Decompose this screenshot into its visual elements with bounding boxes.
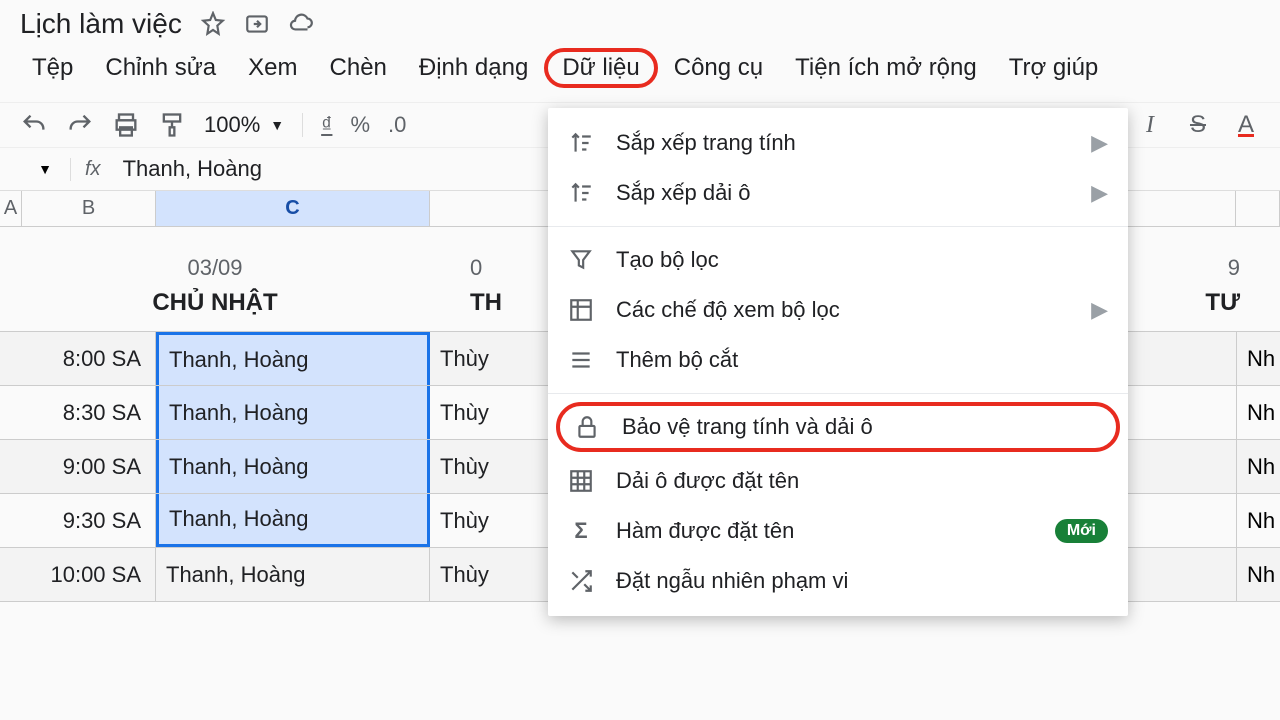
cloud-icon[interactable] <box>288 11 314 37</box>
menu-separator <box>548 226 1128 227</box>
menu-named-functions[interactable]: Σ Hàm được đặt tên Mới <box>548 506 1128 556</box>
col-header-a[interactable]: A <box>0 191 22 226</box>
shuffle-icon <box>568 568 594 594</box>
filter-icon <box>568 247 594 273</box>
day-header-partial-right: 9 TƯ <box>1205 255 1280 317</box>
submenu-arrow-icon: ▶ <box>1091 297 1108 323</box>
menu-help[interactable]: Trợ giúp <box>993 48 1115 88</box>
day-header-partial-left: 0 TH <box>470 255 502 317</box>
fx-label: fx <box>70 158 115 181</box>
menu-data[interactable]: Dữ liệu <box>544 48 657 88</box>
document-title[interactable]: Lịch làm việc <box>20 8 182 40</box>
name-cell[interactable]: Thanh, Hoàng <box>156 332 430 385</box>
formula-input[interactable]: Thanh, Hoàng <box>115 156 262 182</box>
menu-view[interactable]: Xem <box>232 48 313 88</box>
lock-icon <box>574 414 600 440</box>
menu-sort-sheet[interactable]: Sắp xếp trang tính ▶ <box>548 118 1128 168</box>
sort-sheet-icon <box>568 130 594 156</box>
new-badge: Mới <box>1055 519 1108 543</box>
menu-create-filter[interactable]: Tạo bộ lọc <box>548 235 1128 285</box>
currency-button[interactable]: ₫ <box>321 112 332 138</box>
time-cell[interactable]: 9:00 SA <box>0 440 156 493</box>
name-cell[interactable]: Nh <box>1236 440 1280 493</box>
data-menu-dropdown: Sắp xếp trang tính ▶ Sắp xếp dải ô ▶ Tạo… <box>548 108 1128 616</box>
filter-views-icon <box>568 297 594 323</box>
col-header-b[interactable]: B <box>22 191 156 226</box>
strikethrough-icon[interactable]: S <box>1184 111 1212 139</box>
name-cell[interactable]: Nh <box>1236 494 1280 547</box>
name-cell[interactable]: Nh <box>1236 386 1280 439</box>
col-header-c[interactable]: C <box>156 191 430 226</box>
menu-randomize-range[interactable]: Đặt ngẫu nhiên phạm vi <box>548 556 1128 606</box>
menu-extensions[interactable]: Tiện ích mở rộng <box>779 48 993 88</box>
menu-sort-range[interactable]: Sắp xếp dải ô ▶ <box>548 168 1128 218</box>
time-cell[interactable]: 8:00 SA <box>0 332 156 385</box>
named-ranges-icon <box>568 468 594 494</box>
menu-bar: Tệp Chỉnh sửa Xem Chèn Định dạng Dữ liệu… <box>0 44 1280 102</box>
name-cell[interactable]: Thanh, Hoàng <box>156 386 430 439</box>
undo-icon[interactable] <box>20 111 48 139</box>
print-icon[interactable] <box>112 111 140 139</box>
paint-format-icon[interactable] <box>158 111 186 139</box>
decimal-button[interactable]: .0 <box>388 112 406 138</box>
col-header-right[interactable] <box>1236 191 1280 226</box>
sigma-icon: Σ <box>568 518 594 544</box>
menu-tools[interactable]: Công cụ <box>658 48 779 88</box>
name-cell[interactable]: Thanh, Hoàng <box>156 440 430 493</box>
submenu-arrow-icon: ▶ <box>1091 130 1108 156</box>
menu-file[interactable]: Tệp <box>16 48 89 88</box>
menu-separator <box>548 393 1128 394</box>
menu-add-slicer[interactable]: Thêm bộ cắt <box>548 335 1128 385</box>
slicer-icon <box>568 347 594 373</box>
name-box-dropdown[interactable]: ▼ <box>20 161 70 177</box>
text-color-icon[interactable]: A <box>1232 111 1260 139</box>
move-icon[interactable] <box>244 11 270 37</box>
name-cell[interactable]: Nh <box>1236 548 1280 601</box>
menu-protect-sheets[interactable]: Bảo vệ trang tính và dải ô <box>556 402 1120 452</box>
time-cell[interactable]: 8:30 SA <box>0 386 156 439</box>
zoom-dropdown[interactable]: 100% ▼ <box>204 112 284 138</box>
time-cell[interactable]: 9:30 SA <box>0 494 156 547</box>
italic-icon[interactable]: I <box>1136 111 1164 139</box>
time-cell[interactable]: 10:00 SA <box>0 548 156 601</box>
menu-filter-views[interactable]: Các chế độ xem bộ lọc ▶ <box>548 285 1128 335</box>
name-cell[interactable]: Thanh, Hoàng <box>156 494 430 547</box>
percent-button[interactable]: % <box>350 112 370 138</box>
menu-named-ranges[interactable]: Dải ô được đặt tên <box>548 456 1128 506</box>
sort-range-icon <box>568 180 594 206</box>
name-cell[interactable]: Nh <box>1236 332 1280 385</box>
star-icon[interactable] <box>200 11 226 37</box>
day-header-sunday: 03/09 CHỦ NHẬT <box>0 255 430 317</box>
title-bar: Lịch làm việc <box>0 0 1280 44</box>
menu-format[interactable]: Định dạng <box>403 48 544 88</box>
name-cell[interactable]: Thanh, Hoàng <box>156 548 430 601</box>
redo-icon[interactable] <box>66 111 94 139</box>
menu-edit[interactable]: Chỉnh sửa <box>89 48 232 88</box>
submenu-arrow-icon: ▶ <box>1091 180 1108 206</box>
menu-insert[interactable]: Chèn <box>314 48 403 88</box>
